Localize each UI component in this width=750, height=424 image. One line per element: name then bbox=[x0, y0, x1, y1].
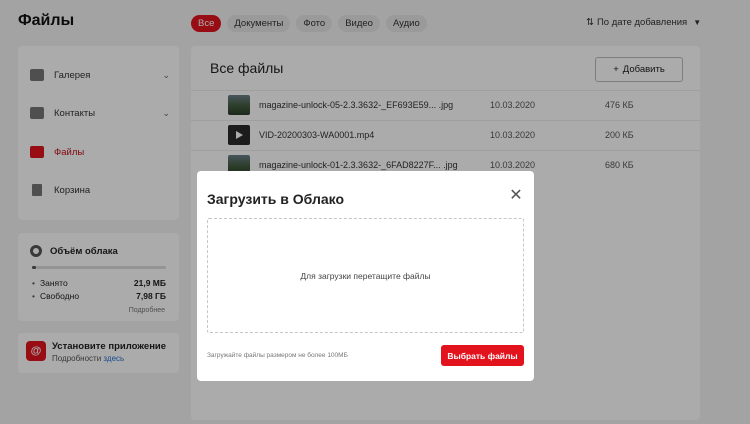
choose-files-button[interactable]: Выбрать файлы bbox=[441, 345, 524, 366]
dialog-title: Загрузить в Облако bbox=[207, 191, 345, 207]
close-icon[interactable]: ✕ bbox=[508, 188, 524, 204]
drop-hint: Для загрузки перетащите файлы bbox=[300, 270, 431, 281]
upload-dialog: Загрузить в Облако ✕ Для загрузки перета… bbox=[197, 171, 534, 381]
drop-zone[interactable]: Для загрузки перетащите файлы bbox=[207, 218, 524, 333]
file-size-limit-note: Загружайте файлы размером не более 100МБ bbox=[207, 352, 348, 359]
